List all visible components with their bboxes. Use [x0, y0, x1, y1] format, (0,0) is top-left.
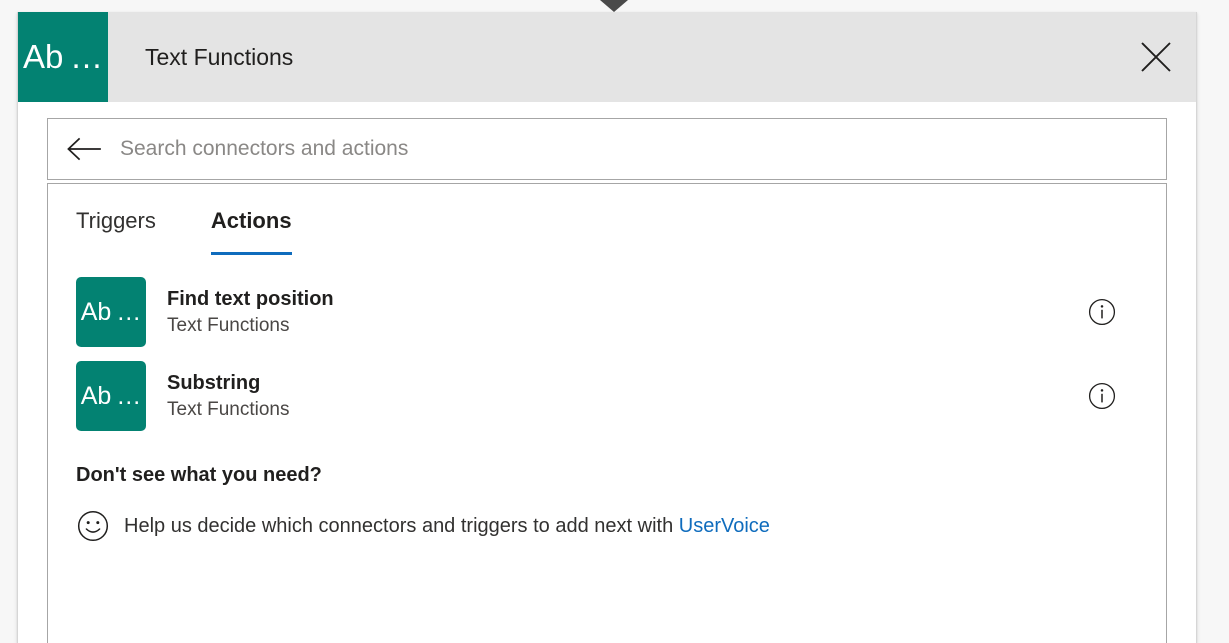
connector-logo-icon: Ab … [76, 277, 146, 347]
search-bar [47, 118, 1167, 180]
list-item-text: Substring Text Functions [167, 370, 1087, 423]
footer-row: Help us decide which connectors and trig… [76, 509, 1138, 543]
info-icon[interactable] [1087, 381, 1117, 411]
arrow-left-icon [66, 136, 102, 162]
results-tablist: Triggers Actions [48, 184, 1166, 255]
suggestion-footer: Don't see what you need? Help us decide … [48, 438, 1166, 543]
connector-picker-dialog: Ab … Text Functions Search connectors an… [17, 12, 1197, 643]
search-input[interactable] [120, 129, 1166, 169]
results-panel: Triggers Actions Ab … Find text position… [47, 183, 1167, 643]
back-button[interactable] [48, 136, 120, 162]
footer-heading: Don't see what you need? [76, 464, 322, 486]
tab-triggers[interactable]: Triggers [76, 208, 156, 246]
footer-text-prefix: Help us decide which connectors and trig… [124, 514, 674, 537]
connector-logo-icon: Ab … [18, 12, 108, 102]
list-item-text: Find text position Text Functions [167, 286, 1087, 339]
dialog-title: Text Functions [145, 43, 294, 70]
action-title: Substring [167, 371, 261, 394]
dialog-body: Triggers Actions Ab … Find text position… [18, 102, 1196, 643]
action-list: Ab … Find text position Text Functions A… [48, 270, 1166, 438]
close-icon [1139, 40, 1173, 74]
callout-caret-icon [600, 0, 628, 12]
action-title: Find text position [167, 287, 334, 310]
close-button[interactable] [1116, 12, 1196, 102]
list-item[interactable]: Ab … Substring Text Functions [48, 354, 1166, 438]
list-item[interactable]: Ab … Find text position Text Functions [48, 270, 1166, 354]
connector-logo-icon: Ab … [76, 361, 146, 431]
uservoice-link[interactable]: UserVoice [679, 515, 770, 537]
footer-text: Help us decide which connectors and trig… [124, 515, 770, 538]
tab-actions[interactable]: Actions [210, 208, 292, 255]
action-subtitle: Text Functions [167, 398, 290, 420]
dialog-titlebar: Ab … Text Functions [18, 12, 1196, 102]
smiley-face-icon [76, 509, 110, 543]
action-subtitle: Text Functions [167, 314, 290, 336]
screen-root: Ab … Text Functions Search connectors an… [0, 0, 1229, 643]
info-icon[interactable] [1087, 297, 1117, 327]
